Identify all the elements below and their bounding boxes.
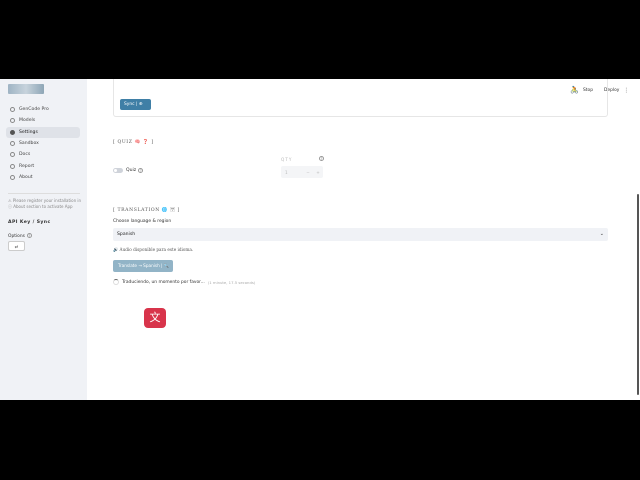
qty-value[interactable]: 1 (281, 170, 303, 175)
chevron-down-icon: ⌄ (599, 231, 604, 237)
report-icon (10, 163, 15, 169)
quantity-stepper[interactable]: 1 − + (281, 166, 323, 178)
sidebar-nav: GenCode Pro Models Settings Sandbox Docs… (6, 104, 80, 183)
translate-button[interactable]: Translate → Spanish | 🔍 (113, 260, 173, 272)
help-icon[interactable]: ? (138, 168, 144, 173)
quiz-toggle-label: Quiz (126, 168, 137, 173)
app-window: GenCode Pro Models Settings Sandbox Docs… (0, 79, 640, 400)
sidebar-item-label: Report (19, 163, 35, 169)
language-select-label: Choose language & region (113, 219, 172, 224)
info-icon (10, 174, 15, 180)
sidebar-item-label: Settings (19, 129, 38, 135)
sidebar-item-report[interactable]: Report (6, 160, 80, 171)
quiz-toggle[interactable] (113, 168, 123, 173)
models-icon (10, 118, 15, 124)
sidebar-item-label: Sandbox (19, 141, 39, 147)
app-logo (8, 84, 44, 94)
translation-status: Traduciendo, un momento por favor... (1 … (113, 279, 255, 285)
sidebar-item-label: Models (19, 118, 36, 124)
sidebar-item-label: Docs (19, 152, 31, 158)
settings-icon (10, 129, 15, 135)
help-icon[interactable]: ? (26, 233, 32, 238)
scrollbar-thumb[interactable] (637, 194, 639, 395)
audio-availability-note: 🔊 Audio disponible para este idioma. (113, 247, 194, 252)
sidebar-item-label: GenCode Pro (19, 107, 49, 113)
sidebar-item-gencode-pro[interactable]: GenCode Pro (6, 104, 80, 115)
quiz-section-title: [ QUIZ 🧠 ❓ ] (113, 140, 154, 145)
quiz-toggle-row: Quiz ? (113, 168, 144, 173)
home-icon (10, 107, 15, 113)
options-label-text: Options (8, 234, 25, 239)
sidebar-item-settings[interactable]: Settings (6, 126, 80, 138)
docs-icon (10, 152, 15, 158)
sync-card (113, 79, 608, 117)
options-label: Options? (8, 233, 32, 239)
sync-button[interactable]: Sync | ⊕ (120, 99, 151, 110)
selected-language: Spanish (117, 232, 136, 237)
translation-section-title: [ TRANSLATION 🌐 🈂 ] (113, 208, 180, 213)
elapsed-time: (1 minute, 17.5 seconds) (207, 279, 256, 285)
language-select[interactable]: Spanish ⌄ (113, 228, 608, 241)
decrement-button[interactable]: − (303, 170, 313, 175)
increment-button[interactable]: + (313, 170, 323, 175)
sidebar-divider (8, 193, 80, 194)
api-key-sync-label: API Key / Sync (8, 220, 51, 225)
sandbox-icon (10, 141, 15, 147)
sidebar-item-docs[interactable]: Docs (6, 149, 80, 160)
main-content: Sync | ⊕ [ QUIZ 🧠 ❓ ] Quiz ? QTY ? 1 − +… (87, 79, 637, 400)
sidebar-item-label: About (19, 174, 33, 180)
status-text: Traduciendo, un momento por favor... (122, 279, 205, 285)
sidebar-item-models[interactable]: Models (6, 115, 80, 126)
translate-icon: 文 (144, 308, 166, 328)
registration-note: ⚠ Please register your installation in ⓘ… (8, 198, 82, 209)
qty-label: QTY (281, 157, 293, 162)
sidebar: GenCode Pro Models Settings Sandbox Docs… (0, 79, 87, 400)
sidebar-item-about[interactable]: About (6, 172, 80, 183)
loading-spinner-icon (113, 279, 119, 285)
options-button[interactable]: ⇄ (8, 241, 25, 251)
qty-help-icon[interactable]: ? (319, 156, 324, 161)
sidebar-item-sandbox[interactable]: Sandbox (6, 138, 80, 149)
